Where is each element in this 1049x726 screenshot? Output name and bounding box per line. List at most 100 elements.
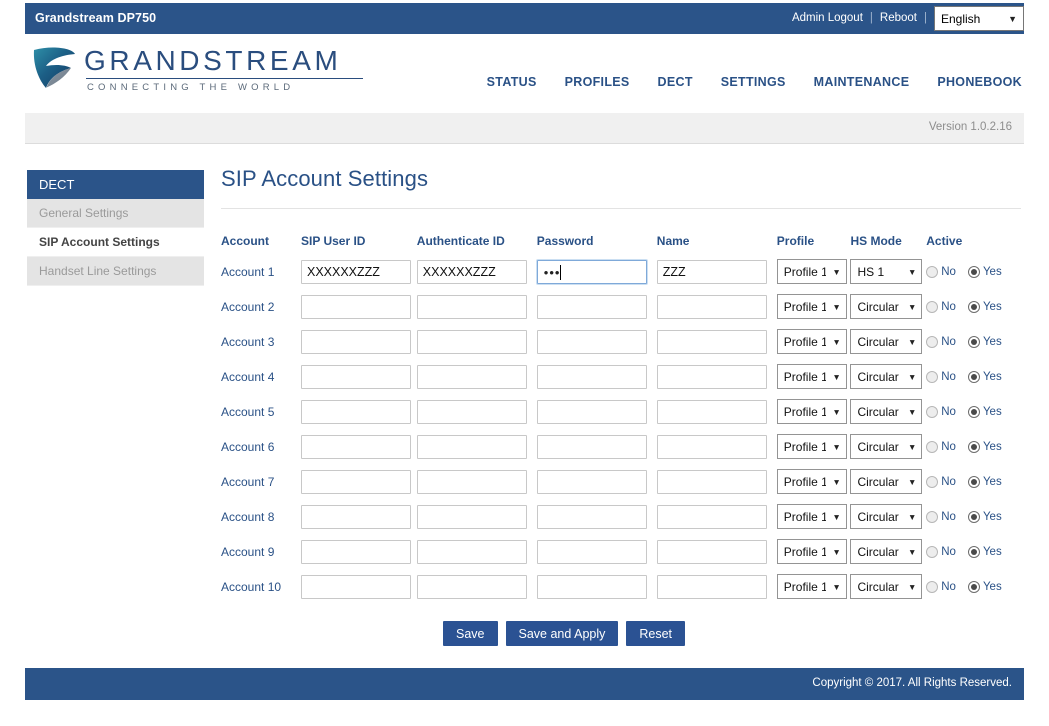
hs-mode-select[interactable]: CircularHS 1HS 2HS 3HS 4HS 5LinearParall…	[850, 574, 923, 599]
active-radio-no-indicator[interactable]	[926, 405, 939, 418]
sip-user-id-input[interactable]	[301, 329, 411, 354]
active-radio-no-indicator[interactable]	[926, 440, 939, 453]
active-radio-yes-indicator[interactable]	[967, 475, 980, 488]
hs-mode-select[interactable]: CircularHS 1HS 2HS 3HS 4HS 5LinearParall…	[850, 399, 923, 424]
nav-item-dect[interactable]: DECT	[644, 75, 707, 89]
password-input[interactable]	[536, 434, 647, 459]
profile-select[interactable]: Profile 1Profile 2Profile 3Profile 4	[776, 399, 847, 424]
active-radio-yes-indicator[interactable]	[967, 440, 980, 453]
sidebar-item-handset-line-settings[interactable]: Handset Line Settings	[27, 257, 204, 286]
active-radio-yes[interactable]: Yes	[967, 510, 1011, 523]
name-input[interactable]	[656, 399, 767, 424]
sip-user-id-input[interactable]	[301, 504, 411, 529]
active-radio-no-indicator[interactable]	[926, 475, 939, 488]
name-input[interactable]	[656, 294, 767, 319]
sip-user-id-input[interactable]	[301, 364, 411, 389]
active-radio-yes-indicator[interactable]	[967, 580, 980, 593]
profile-select[interactable]: Profile 1Profile 2Profile 3Profile 4	[776, 364, 847, 389]
authenticate-id-input[interactable]	[416, 329, 527, 354]
authenticate-id-input[interactable]	[416, 434, 527, 459]
profile-select[interactable]: Profile 1Profile 2Profile 3Profile 4	[776, 329, 847, 354]
save-and-apply-button[interactable]: Save and Apply	[505, 621, 619, 646]
sip-user-id-input[interactable]	[301, 434, 411, 459]
password-input[interactable]	[536, 539, 647, 564]
active-radio-no[interactable]: No	[926, 475, 965, 488]
active-radio-no-indicator[interactable]	[926, 545, 939, 558]
name-input[interactable]	[656, 364, 767, 389]
active-radio-yes-indicator[interactable]	[967, 300, 980, 313]
language-select[interactable]: English	[934, 6, 1024, 31]
sip-user-id-input[interactable]	[301, 259, 411, 284]
hs-mode-select[interactable]: CircularHS 1HS 2HS 3HS 4HS 5LinearParall…	[850, 504, 923, 529]
authenticate-id-input[interactable]	[416, 399, 527, 424]
password-input[interactable]	[536, 399, 647, 424]
name-input[interactable]	[656, 259, 767, 284]
name-input[interactable]	[656, 434, 767, 459]
active-radio-yes-indicator[interactable]	[967, 405, 980, 418]
active-radio-yes[interactable]: Yes	[967, 370, 1011, 383]
sip-user-id-input[interactable]	[301, 574, 411, 599]
reset-button[interactable]: Reset	[626, 621, 686, 646]
sidebar-item-general-settings[interactable]: General Settings	[27, 199, 204, 228]
active-radio-yes-indicator[interactable]	[967, 370, 980, 383]
active-radio-no-indicator[interactable]	[926, 370, 939, 383]
name-input[interactable]	[656, 469, 767, 494]
nav-item-phonebook[interactable]: PHONEBOOK	[923, 75, 1024, 89]
sip-user-id-input[interactable]	[301, 294, 411, 319]
authenticate-id-input[interactable]	[416, 259, 527, 284]
password-input[interactable]	[536, 574, 647, 599]
active-radio-no[interactable]: No	[926, 510, 965, 523]
active-radio-yes-indicator[interactable]	[967, 335, 980, 348]
password-input[interactable]: •••	[536, 259, 647, 284]
profile-select[interactable]: Profile 1Profile 2Profile 3Profile 4	[776, 469, 847, 494]
active-radio-yes[interactable]: Yes	[967, 265, 1011, 278]
hs-mode-select[interactable]: CircularHS 1HS 2HS 3HS 4HS 5LinearParall…	[850, 364, 923, 389]
authenticate-id-input[interactable]	[416, 574, 527, 599]
sip-user-id-input[interactable]	[301, 539, 411, 564]
active-radio-no-indicator[interactable]	[926, 580, 939, 593]
active-radio-no[interactable]: No	[926, 580, 965, 593]
hs-mode-select[interactable]: CircularHS 1HS 2HS 3HS 4HS 5LinearParall…	[850, 294, 923, 319]
active-radio-yes[interactable]: Yes	[967, 405, 1011, 418]
hs-mode-select[interactable]: CircularHS 1HS 2HS 3HS 4HS 5LinearParall…	[850, 469, 923, 494]
authenticate-id-input[interactable]	[416, 364, 527, 389]
hs-mode-select[interactable]: CircularHS 1HS 2HS 3HS 4HS 5LinearParall…	[850, 434, 923, 459]
active-radio-no[interactable]: No	[926, 335, 965, 348]
name-input[interactable]	[656, 574, 767, 599]
profile-select[interactable]: Profile 1Profile 2Profile 3Profile 4	[776, 434, 847, 459]
hs-mode-select[interactable]: CircularHS 1HS 2HS 3HS 4HS 5LinearParall…	[850, 539, 923, 564]
profile-select[interactable]: Profile 1Profile 2Profile 3Profile 4	[776, 294, 847, 319]
profile-select[interactable]: Profile 1Profile 2Profile 3Profile 4	[776, 574, 847, 599]
authenticate-id-input[interactable]	[416, 539, 527, 564]
name-input[interactable]	[656, 539, 767, 564]
password-input[interactable]	[536, 469, 647, 494]
name-input[interactable]	[656, 504, 767, 529]
active-radio-yes[interactable]: Yes	[967, 440, 1011, 453]
admin-logout-link[interactable]: Admin Logout	[785, 3, 870, 34]
active-radio-yes[interactable]: Yes	[967, 335, 1011, 348]
active-radio-yes[interactable]: Yes	[967, 300, 1011, 313]
profile-select[interactable]: Profile 1Profile 2Profile 3Profile 4	[776, 504, 847, 529]
active-radio-yes[interactable]: Yes	[967, 580, 1011, 593]
hs-mode-select[interactable]: CircularHS 1HS 2HS 3HS 4HS 5LinearParall…	[850, 259, 923, 284]
hs-mode-select[interactable]: CircularHS 1HS 2HS 3HS 4HS 5LinearParall…	[850, 329, 923, 354]
nav-item-settings[interactable]: SETTINGS	[707, 75, 800, 89]
active-radio-no-indicator[interactable]	[926, 335, 939, 348]
active-radio-yes[interactable]: Yes	[967, 545, 1011, 558]
nav-item-maintenance[interactable]: MAINTENANCE	[800, 75, 924, 89]
authenticate-id-input[interactable]	[416, 469, 527, 494]
active-radio-no[interactable]: No	[926, 370, 965, 383]
password-input[interactable]	[536, 329, 647, 354]
active-radio-no[interactable]: No	[926, 265, 965, 278]
sip-user-id-input[interactable]	[301, 399, 411, 424]
active-radio-yes-indicator[interactable]	[967, 510, 980, 523]
active-radio-no-indicator[interactable]	[926, 265, 939, 278]
active-radio-no-indicator[interactable]	[926, 300, 939, 313]
active-radio-no[interactable]: No	[926, 440, 965, 453]
active-radio-yes-indicator[interactable]	[967, 265, 980, 278]
nav-item-status[interactable]: STATUS	[473, 75, 551, 89]
authenticate-id-input[interactable]	[416, 294, 527, 319]
active-radio-yes-indicator[interactable]	[967, 545, 980, 558]
active-radio-no-indicator[interactable]	[926, 510, 939, 523]
nav-item-profiles[interactable]: PROFILES	[551, 75, 644, 89]
